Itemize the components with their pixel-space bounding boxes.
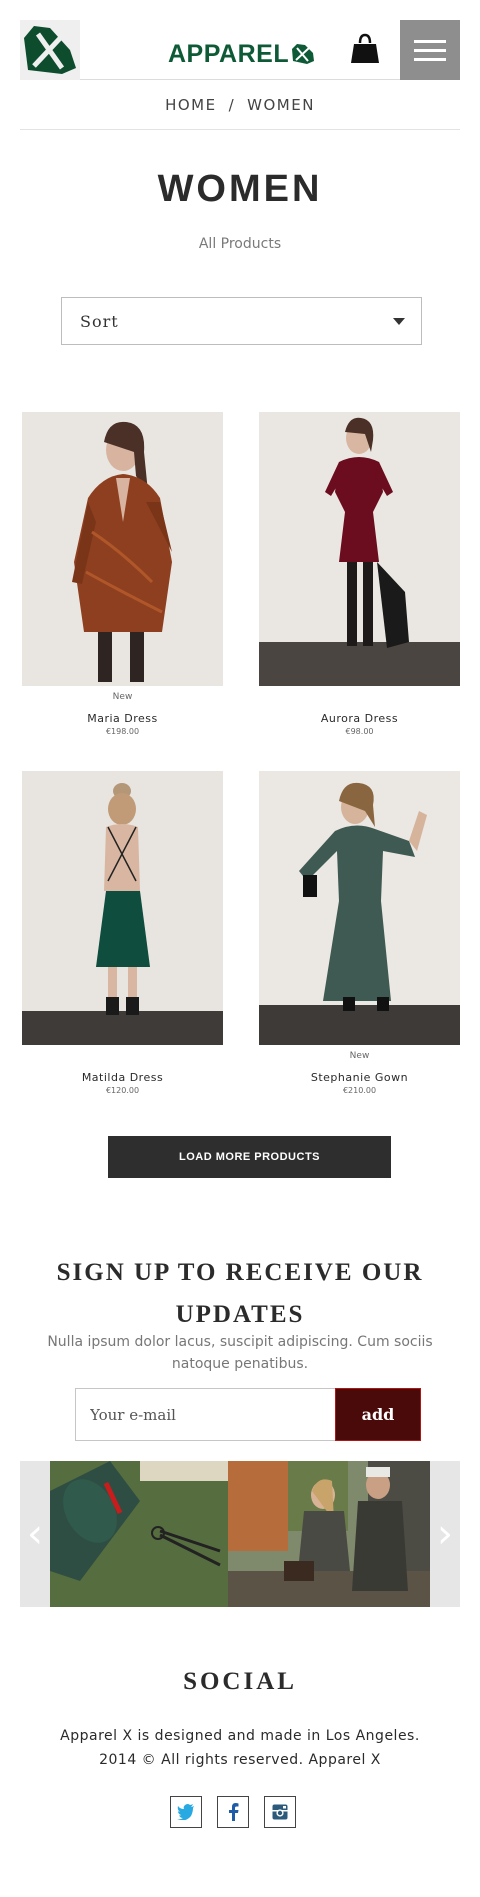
- product-name[interactable]: Aurora Dress: [259, 712, 460, 725]
- breadcrumb-current: WOMEN: [247, 95, 315, 114]
- footer-line-2: 2014 © All rights reserved. Apparel X: [99, 1752, 381, 1768]
- breadcrumb: HOME / WOMEN: [20, 80, 460, 130]
- carousel-next-button[interactable]: ›: [430, 1461, 460, 1607]
- social-links: [170, 1796, 300, 1828]
- twitter-icon[interactable]: [170, 1796, 202, 1828]
- product-card[interactable]: New Maria Dress €198.00: [22, 412, 223, 736]
- breadcrumb-separator: /: [228, 95, 236, 114]
- breadcrumb-home-link[interactable]: HOME: [165, 96, 217, 114]
- product-price: €120.00: [105, 1086, 140, 1095]
- sort-dropdown[interactable]: Sort: [61, 297, 422, 345]
- product-name[interactable]: Matilda Dress: [22, 1071, 223, 1084]
- product-card[interactable]: New Stephanie Gown €210.00: [259, 771, 460, 1095]
- facebook-icon[interactable]: [217, 1796, 249, 1828]
- product-tag: New: [112, 692, 133, 702]
- email-field[interactable]: [75, 1388, 335, 1441]
- page-title: WOMEN: [157, 168, 323, 210]
- product-image[interactable]: [259, 771, 460, 1045]
- product-name[interactable]: Stephanie Gown: [259, 1071, 460, 1084]
- carousel-slide[interactable]: [50, 1461, 228, 1607]
- carousel-prev-button[interactable]: ‹: [20, 1461, 50, 1607]
- site-header: APPAREL: [20, 20, 460, 80]
- product-price: €98.00: [345, 727, 374, 736]
- social-title: SOCIAL: [183, 1668, 297, 1695]
- footer-text: Apparel X is designed and made in Los An…: [0, 1724, 480, 1772]
- product-name[interactable]: Maria Dress: [22, 712, 223, 725]
- page-subtitle: All Products: [198, 236, 282, 252]
- subscribe-button[interactable]: add: [335, 1388, 421, 1441]
- product-tag: [259, 692, 460, 706]
- product-tag: [22, 1051, 223, 1065]
- signup-title: SIGN UP TO RECEIVE OUR UPDATES: [56, 1259, 424, 1328]
- hamburger-menu-icon[interactable]: [400, 20, 460, 80]
- chevron-right-icon: ›: [437, 1511, 453, 1557]
- instagram-icon[interactable]: [264, 1796, 296, 1828]
- brand-logo[interactable]: APPAREL: [168, 40, 315, 68]
- shopping-bag-icon[interactable]: [350, 32, 380, 66]
- caret-down-icon: [393, 317, 405, 325]
- product-image[interactable]: [22, 771, 223, 1045]
- product-tag: New: [349, 1051, 370, 1061]
- chevron-left-icon: ‹: [27, 1511, 43, 1557]
- product-card[interactable]: Aurora Dress €98.00: [259, 412, 460, 736]
- load-more-button[interactable]: LOAD MORE PRODUCTS: [108, 1136, 391, 1178]
- brand-x-icon: [292, 44, 315, 64]
- product-price: €210.00: [342, 1086, 377, 1095]
- apparel-x-logo-icon[interactable]: [20, 20, 80, 80]
- product-image[interactable]: [259, 412, 460, 686]
- product-image[interactable]: [22, 412, 223, 686]
- sort-label: Sort: [80, 311, 119, 331]
- image-carousel: ‹ ›: [20, 1461, 460, 1607]
- product-card[interactable]: Matilda Dress €120.00: [22, 771, 223, 1095]
- brand-name: APPAREL: [168, 39, 290, 68]
- product-price: €198.00: [105, 727, 140, 736]
- carousel-slide[interactable]: [228, 1461, 430, 1607]
- footer-line-1: Apparel X is designed and made in Los An…: [60, 1728, 420, 1744]
- signup-description: Nulla ipsum dolor lacus, suscipit adipis…: [47, 1334, 433, 1372]
